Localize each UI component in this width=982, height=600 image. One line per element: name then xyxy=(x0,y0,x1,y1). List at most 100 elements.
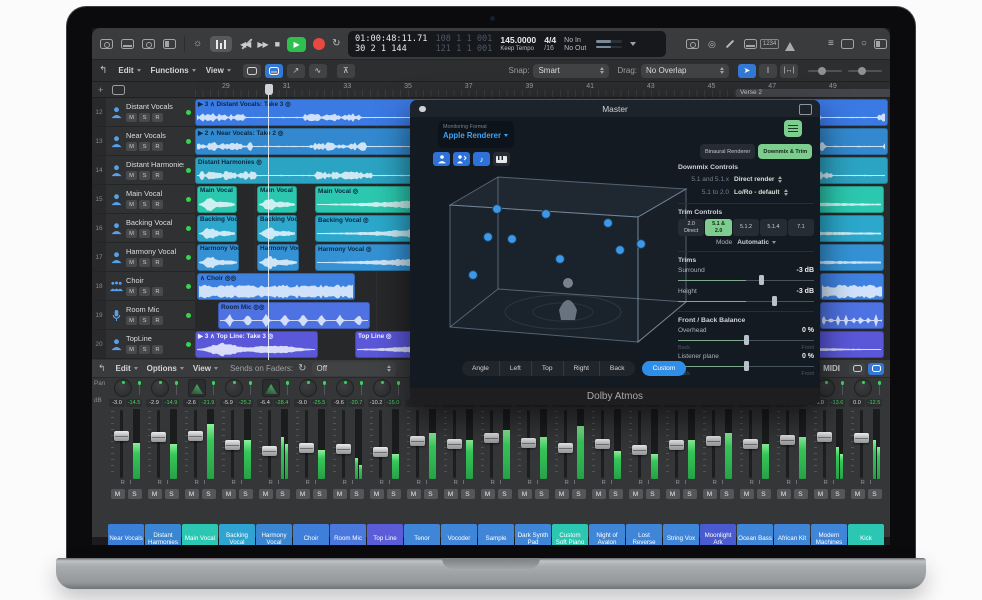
record-enable-dot[interactable] xyxy=(186,197,191,202)
midi-button[interactable]: MIDI xyxy=(823,364,840,373)
volume-fader[interactable] xyxy=(151,432,166,442)
input-monitor-label[interactable]: I xyxy=(574,480,576,486)
read-automation-label[interactable]: R xyxy=(861,480,865,486)
view-angle-button[interactable]: Angle xyxy=(462,361,500,376)
volume-fader[interactable] xyxy=(373,447,388,457)
read-automation-label[interactable]: R xyxy=(380,480,384,486)
track-s-button[interactable]: S xyxy=(139,345,150,354)
strip-solo-button[interactable]: S xyxy=(202,489,216,499)
read-automation-label[interactable]: R xyxy=(750,480,754,486)
drag-select[interactable]: No Overlap xyxy=(641,64,729,78)
pan-knob[interactable] xyxy=(151,379,169,397)
input-monitor-label[interactable]: I xyxy=(611,480,613,486)
volume-fader[interactable] xyxy=(780,435,795,445)
input-monitor-label[interactable]: I xyxy=(870,480,872,486)
volume-fader[interactable] xyxy=(521,438,536,448)
track-header-main-vocal[interactable]: 15 Main Vocal MSR xyxy=(92,185,195,214)
strip-solo-button[interactable]: S xyxy=(831,489,845,499)
speaker-dot[interactable] xyxy=(542,210,551,219)
mixer-edit-menu[interactable]: Edit xyxy=(116,364,138,373)
speaker-dot[interactable] xyxy=(508,235,517,244)
browsers-icon[interactable] xyxy=(874,39,887,49)
track-r-button[interactable]: R xyxy=(152,345,163,354)
input-monitor-label[interactable]: I xyxy=(426,480,428,486)
mini-send-fader[interactable] xyxy=(213,381,215,395)
count-in-button[interactable]: 1234 xyxy=(760,39,779,49)
speaker-dot[interactable] xyxy=(493,205,502,214)
channel-name-label[interactable]: Custom Soft Piano xyxy=(552,524,588,545)
play-button[interactable]: ▶ xyxy=(287,37,306,52)
strip-mute-button[interactable]: M xyxy=(296,489,310,499)
region-room-mic[interactable] xyxy=(820,302,884,329)
mixer-view-menu[interactable]: View xyxy=(193,364,218,373)
volume-fader[interactable] xyxy=(632,445,647,455)
channel-name-label[interactable]: Top Line xyxy=(367,524,403,545)
hide-mixer-icon[interactable]: ↰ xyxy=(98,364,106,373)
tuner-icon[interactable] xyxy=(686,39,699,49)
solo-icon[interactable]: ◎ xyxy=(708,40,716,49)
volume-fader[interactable] xyxy=(484,433,499,443)
ibeam-tool-button[interactable]: I xyxy=(759,64,777,78)
track-s-button[interactable]: S xyxy=(139,113,150,122)
surround-slider[interactable] xyxy=(678,275,814,285)
view-menu[interactable]: View xyxy=(206,66,231,75)
list-editors-icon[interactable]: ≡ xyxy=(828,39,834,49)
strip-mute-button[interactable]: M xyxy=(777,489,791,499)
pointer-tool-button[interactable]: ➤ xyxy=(738,64,756,78)
channel-name-label[interactable]: Dark Synth Pad xyxy=(515,524,551,545)
strip-mute-button[interactable]: M xyxy=(370,489,384,499)
strip-mute-button[interactable]: M xyxy=(666,489,680,499)
edit-menu[interactable]: Edit xyxy=(118,66,140,75)
speaker-dot[interactable] xyxy=(556,255,565,264)
cycle-button[interactable]: ↻ xyxy=(332,39,340,49)
input-monitor-label[interactable]: I xyxy=(204,480,206,486)
strip-solo-button[interactable]: S xyxy=(757,489,771,499)
volume-fader[interactable] xyxy=(558,443,573,453)
input-monitor-label[interactable]: I xyxy=(722,480,724,486)
strip-mute-button[interactable]: M xyxy=(333,489,347,499)
volume-fader[interactable] xyxy=(336,444,351,454)
channel-name-label[interactable]: Night of Avalon xyxy=(589,524,625,545)
strip-mute-button[interactable]: M xyxy=(703,489,717,499)
forward-button[interactable]: ▶▶ xyxy=(257,40,267,49)
mixer-button[interactable] xyxy=(210,36,232,52)
input-monitor-label[interactable]: I xyxy=(278,480,280,486)
strip-mute-button[interactable]: M xyxy=(518,489,532,499)
input-monitor-label[interactable]: I xyxy=(833,480,835,486)
track-header-harmony-vocal[interactable]: 17 Harmony Vocal MSR xyxy=(92,243,195,272)
track-r-button[interactable]: R xyxy=(152,287,163,296)
strip-mute-button[interactable]: M xyxy=(259,489,273,499)
channel-name-label[interactable]: Kick xyxy=(848,524,884,545)
mini-send-fader[interactable] xyxy=(287,381,289,395)
strip-solo-button[interactable]: S xyxy=(868,489,882,499)
strip-mute-button[interactable]: M xyxy=(481,489,495,499)
record-enable-dot[interactable] xyxy=(186,255,191,260)
single-view-icon[interactable] xyxy=(849,363,865,375)
record-button[interactable] xyxy=(313,38,325,50)
read-automation-label[interactable]: R xyxy=(269,480,273,486)
pan-knob[interactable] xyxy=(299,379,317,397)
track-m-button[interactable]: M xyxy=(126,171,137,180)
input-monitor-label[interactable]: I xyxy=(389,480,391,486)
trim-segment-2.0-direct[interactable]: 2.0Direct xyxy=(678,219,704,236)
mini-send-fader[interactable] xyxy=(139,381,141,395)
track-header-distant-harmonies[interactable]: 14 Distant Harmonies MSR xyxy=(92,156,195,185)
read-automation-label[interactable]: R xyxy=(343,480,347,486)
volume-fader[interactable] xyxy=(225,440,240,450)
strip-solo-button[interactable]: S xyxy=(387,489,401,499)
link-icon[interactable] xyxy=(799,104,812,115)
strip-mute-button[interactable]: M xyxy=(851,489,865,499)
surround-panner[interactable] xyxy=(188,379,206,397)
channel-name-label[interactable]: String Vox xyxy=(663,524,699,545)
mini-send-fader[interactable] xyxy=(361,381,363,395)
read-automation-label[interactable]: R xyxy=(602,480,606,486)
snap-select[interactable]: Smart xyxy=(533,64,609,78)
volume-fader[interactable] xyxy=(410,436,425,446)
add-track-button[interactable]: + xyxy=(98,85,103,95)
playhead-handle[interactable] xyxy=(265,84,273,95)
track-s-button[interactable]: S xyxy=(139,200,150,209)
strip-solo-button[interactable]: S xyxy=(646,489,660,499)
strip-mute-button[interactable]: M xyxy=(814,489,828,499)
strip-solo-button[interactable]: S xyxy=(350,489,364,499)
channel-name-label[interactable]: Tenor xyxy=(404,524,440,545)
